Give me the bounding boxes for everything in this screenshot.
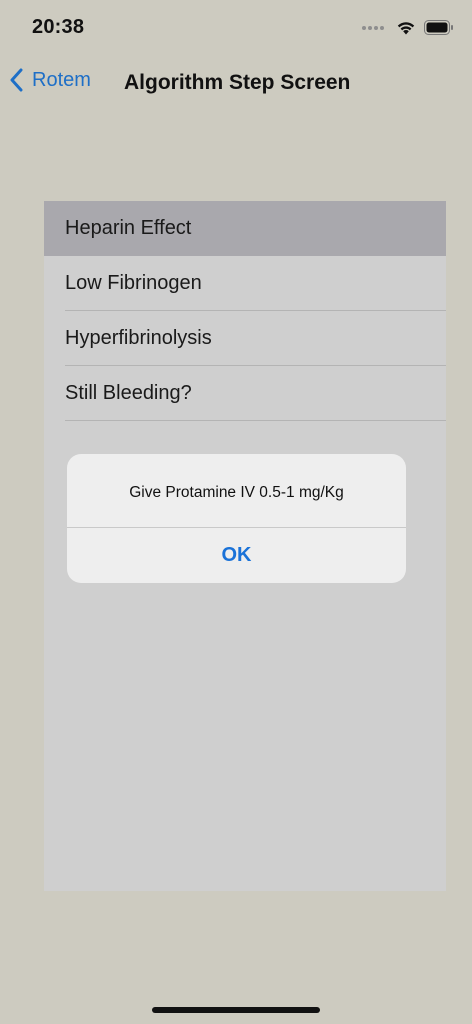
status-time: 20:38 bbox=[32, 16, 85, 38]
list-item-label: Low Fibrinogen bbox=[65, 272, 202, 294]
list-item-heparin-effect[interactable]: Heparin Effect bbox=[44, 201, 446, 256]
back-button[interactable]: Rotem bbox=[10, 68, 91, 92]
list-item-low-fibrinogen[interactable]: Low Fibrinogen bbox=[44, 256, 446, 311]
battery-icon bbox=[424, 20, 453, 35]
list-item-still-bleeding[interactable]: Still Bleeding? bbox=[44, 366, 446, 421]
wifi-icon bbox=[397, 22, 415, 35]
list-item-label: Heparin Effect bbox=[65, 217, 192, 239]
cellular-signal-icon bbox=[362, 25, 384, 30]
back-button-label: Rotem bbox=[32, 68, 91, 91]
chevron-left-icon bbox=[10, 68, 23, 92]
alert-dialog: Give Protamine IV 0.5-1 mg/Kg OK bbox=[67, 454, 406, 583]
alert-message: Give Protamine IV 0.5-1 mg/Kg bbox=[129, 484, 344, 501]
list-item-label: Hyperfibrinolysis bbox=[65, 327, 212, 349]
ok-button[interactable]: OK bbox=[67, 528, 406, 583]
row-divider bbox=[65, 420, 446, 421]
list-item-label: Still Bleeding? bbox=[65, 382, 192, 404]
app-screen: 20:38 Rotem Algorithm Step Screen Hepari… bbox=[0, 0, 472, 1024]
status-icons bbox=[362, 20, 454, 35]
home-indicator[interactable] bbox=[152, 1007, 320, 1013]
list-item-hyperfibrinolysis[interactable]: Hyperfibrinolysis bbox=[44, 311, 446, 366]
page-title: Algorithm Step Screen bbox=[124, 71, 351, 94]
